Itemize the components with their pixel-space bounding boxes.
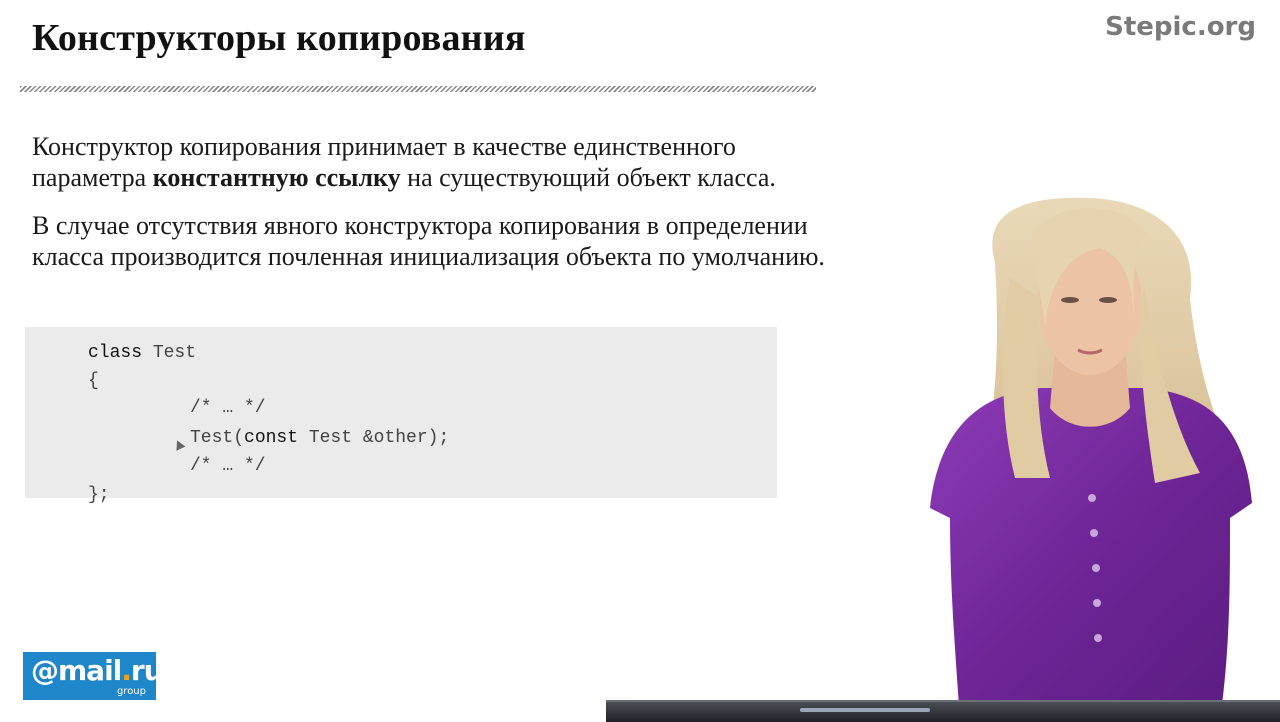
code-keyword-const: const <box>244 428 299 448</box>
code-line-6: }; <box>88 485 110 505</box>
stepic-brand: Stepic.org <box>1105 12 1256 42</box>
code-line-3: /* … */ <box>190 398 266 418</box>
code-class-name: Test <box>142 343 197 363</box>
presenter-photo <box>930 197 1252 720</box>
laptop-light <box>800 708 930 712</box>
code-line-1: class Test <box>88 343 196 363</box>
p1-bold-text: константную ссылку <box>152 163 401 192</box>
paragraph-default-init: В случае отсутствия явного конструктора … <box>32 211 825 271</box>
mailru-group-logo: @mail.ru group <box>23 652 164 700</box>
code-ctor-name: Test( <box>190 428 245 448</box>
code-ctor-param: Test &other); <box>298 428 450 448</box>
logo-group: group <box>116 686 146 697</box>
logo-wordmark: @mail.ru <box>31 654 164 687</box>
laptop-edge <box>606 700 1280 722</box>
code-keyword-class: class <box>88 343 143 363</box>
title-divider <box>20 86 816 92</box>
presenter-shirt <box>930 388 1252 720</box>
p1-text-end: на существующий объект класса. <box>400 163 776 192</box>
logo-ru: ru <box>130 654 164 687</box>
code-line-4: Test(const Test &other); <box>190 428 449 448</box>
code-line-5: /* … */ <box>190 456 266 476</box>
slide-title: Конструкторы копирования <box>32 17 526 59</box>
paragraph-copy-constructor: Конструктор копирования принимает в каче… <box>32 131 832 193</box>
code-line-2: { <box>88 371 99 391</box>
logo-at: @ <box>31 654 59 687</box>
logo-dot: . <box>121 654 132 687</box>
logo-mail: mail <box>58 654 122 687</box>
